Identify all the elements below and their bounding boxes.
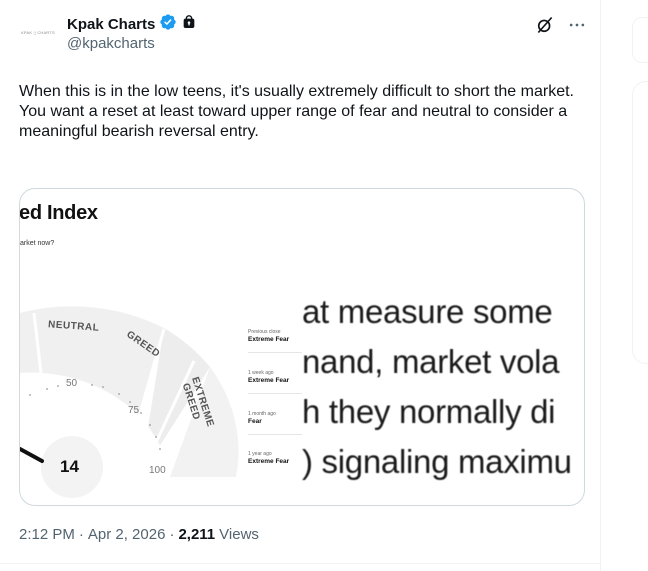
- scale-label-75: 75: [128, 405, 140, 416]
- enlarged-text-line: h they normally di: [302, 393, 556, 430]
- avatar[interactable]: ΚΡΑΚ ¦¦ CHARTS: [18, 12, 58, 52]
- tweet-header: ΚΡΑΚ ¦¦ CHARTS Kpak Charts @kpakcharts: [18, 12, 588, 60]
- more-icon[interactable]: [566, 14, 588, 36]
- divider: [0, 563, 601, 564]
- author-names: Kpak Charts @kpakcharts: [67, 13, 197, 52]
- enlarged-text-line: nand, market vola: [302, 343, 560, 380]
- scale-label-100: 100: [149, 465, 166, 476]
- index-subtitle: arket now?: [20, 240, 55, 247]
- tweet-text-line: When this is in the low teens, it's usua…: [19, 83, 574, 100]
- tweet-text: When this is in the low teens, it's usua…: [19, 82, 579, 142]
- enlarged-text-line: at measure some: [302, 293, 553, 330]
- index-title: ed Index: [19, 202, 98, 224]
- lock-icon: [181, 14, 197, 35]
- avatar-text: ΚΡΑΚ ¦¦ CHARTS: [21, 29, 55, 35]
- views-label: Views: [219, 526, 259, 543]
- author-handle[interactable]: @kpakcharts: [67, 35, 197, 52]
- history-item: 1 month ago Fear: [248, 411, 308, 426]
- sidebar-panel: [632, 81, 648, 364]
- history-divider: [248, 352, 302, 353]
- history-label: 1 month ago: [248, 411, 276, 417]
- name-row: Kpak Charts: [67, 13, 197, 36]
- verified-badge-icon: [159, 13, 177, 36]
- grok-icon[interactable]: [534, 14, 556, 36]
- tweet-meta: 2:12 PM · Apr 2, 2026 · 2,211 Views: [19, 526, 259, 543]
- history-label: 1 year ago: [248, 451, 272, 457]
- scale-label-50: 50: [66, 378, 78, 389]
- history-item: 1 year ago Extreme Fear: [248, 451, 308, 466]
- history-divider: [248, 434, 302, 435]
- meta-separator: ·: [169, 526, 175, 543]
- tweet-media-image[interactable]: ed Index arket now? NEUTRAL GREED EXTREM…: [19, 188, 585, 506]
- views-count: 2,211: [178, 526, 216, 543]
- history-label: 1 week ago: [248, 370, 274, 376]
- history-value: Extreme Fear: [248, 458, 290, 465]
- history-value: Fear: [248, 418, 262, 425]
- header-actions: [534, 14, 588, 36]
- tweet-date[interactable]: Apr 2, 2026: [88, 526, 166, 543]
- tweet-detail: ΚΡΑΚ ¦¦ CHARTS Kpak Charts @kpakcharts W…: [0, 0, 601, 571]
- history-value: Extreme Fear: [248, 336, 290, 343]
- history-divider: [248, 393, 302, 394]
- sidebar-search-box[interactable]: [632, 17, 648, 63]
- history-item: 1 week ago Extreme Fear: [248, 370, 308, 385]
- tweet-time[interactable]: 2:12 PM: [19, 526, 75, 543]
- history-label: Previous close: [248, 329, 281, 335]
- gauge-value: 14: [60, 457, 79, 476]
- enlarged-text-line: ) signaling maximu: [302, 443, 572, 480]
- meta-separator: ·: [78, 526, 84, 543]
- history-item: Previous close Extreme Fear: [248, 329, 308, 344]
- author-display-name[interactable]: Kpak Charts: [67, 16, 155, 33]
- tweet-text-line: You want a reset at least toward upper r…: [19, 103, 568, 140]
- right-sidebar: [601, 0, 648, 571]
- history-value: Extreme Fear: [248, 377, 290, 384]
- enlarged-article-text: at measure some nand, market vola h they…: [302, 287, 584, 487]
